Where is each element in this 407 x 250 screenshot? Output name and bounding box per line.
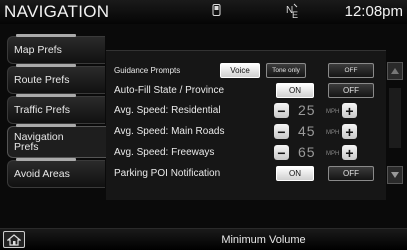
auto-fill-row: Auto-Fill State / Province	[114, 81, 224, 99]
svg-text:E: E	[292, 10, 298, 19]
tab-label: Traffic Prefs	[14, 104, 71, 116]
tab-indicator	[16, 34, 76, 37]
tone-only-button[interactable]: Tone only	[266, 63, 306, 78]
residential-decrease-button[interactable]: −	[274, 103, 289, 118]
residential-increase-button[interactable]: +	[342, 103, 357, 118]
parking-poi-off-button[interactable]: OFF	[328, 166, 374, 181]
scroll-down-button[interactable]	[387, 166, 403, 184]
avg-speed-residential-row: Avg. Speed: Residential	[114, 101, 221, 119]
tab-traffic-prefs[interactable]: Traffic Prefs	[7, 94, 105, 124]
main-roads-speed-value: 45	[298, 123, 316, 139]
avg-speed-main-roads-row: Avg. Speed: Main Roads	[114, 122, 224, 140]
phone-icon	[212, 4, 221, 19]
parking-poi-label: Parking POI Notification	[114, 167, 221, 179]
parking-poi-on-button[interactable]: ON	[276, 166, 314, 181]
avg-speed-freeways-row: Avg. Speed: Freeways	[114, 143, 214, 161]
guidance-off-button[interactable]: OFF	[328, 63, 374, 78]
navigation-screen: NAVIGATION NE 12:08pm Map Prefs Route Pr…	[0, 0, 407, 250]
status-bar: NAVIGATION NE 12:08pm	[0, 0, 407, 24]
tab-label: Map Prefs	[14, 44, 62, 56]
tab-navigation-prefs[interactable]: Navigation Prefs	[7, 124, 110, 158]
compass-icon: NE	[286, 3, 300, 22]
residential-speed-value: 25	[298, 102, 316, 118]
tab-label: Route Prefs	[14, 74, 70, 86]
guidance-prompts-label: Guidance Prompts	[114, 65, 181, 75]
guidance-prompts-row: Guidance Prompts	[114, 61, 180, 79]
volume-status: Minimum Volume	[221, 234, 306, 246]
tab-indicator	[16, 158, 76, 161]
main-roads-speed-unit: MPH	[326, 130, 340, 136]
tab-indicator	[16, 124, 76, 127]
scroll-down-icon	[391, 172, 399, 178]
tab-label: Avoid Areas	[14, 168, 70, 180]
freeways-speed-value: 65	[298, 144, 316, 160]
avg-speed-residential-label: Avg. Speed: Residential	[114, 104, 221, 116]
tab-label: Navigation Prefs	[14, 131, 64, 153]
voice-button[interactable]: Voice	[220, 63, 260, 78]
tab-route-prefs[interactable]: Route Prefs	[7, 64, 105, 94]
freeways-increase-button[interactable]: +	[342, 145, 357, 160]
avg-speed-freeways-label: Avg. Speed: Freeways	[114, 146, 215, 158]
tab-map-prefs[interactable]: Map Prefs	[7, 34, 105, 64]
scrollbar-track[interactable]	[389, 88, 401, 148]
page-title: NAVIGATION	[4, 2, 110, 21]
main-roads-decrease-button[interactable]: −	[274, 124, 289, 139]
scroll-up-icon	[391, 68, 399, 74]
tab-indicator	[16, 64, 76, 67]
main-roads-increase-button[interactable]: +	[342, 124, 357, 139]
freeways-speed-unit: MPH	[326, 151, 340, 157]
tab-indicator	[16, 94, 76, 97]
auto-fill-label: Auto-Fill State / Province	[114, 84, 225, 96]
settings-panel: Guidance Prompts Voice Tone only OFF Aut…	[106, 50, 386, 200]
auto-fill-on-button[interactable]: ON	[276, 83, 314, 98]
residential-speed-unit: MPH	[326, 109, 340, 115]
scroll-up-button[interactable]	[387, 62, 403, 80]
parking-poi-row: Parking POI Notification	[114, 164, 220, 182]
avg-speed-main-roads-label: Avg. Speed: Main Roads	[114, 125, 225, 137]
clock: 12:08pm	[344, 3, 403, 20]
freeways-decrease-button[interactable]: −	[274, 145, 289, 160]
tab-avoid-areas[interactable]: Avoid Areas	[7, 158, 105, 188]
auto-fill-off-button[interactable]: OFF	[328, 83, 374, 98]
